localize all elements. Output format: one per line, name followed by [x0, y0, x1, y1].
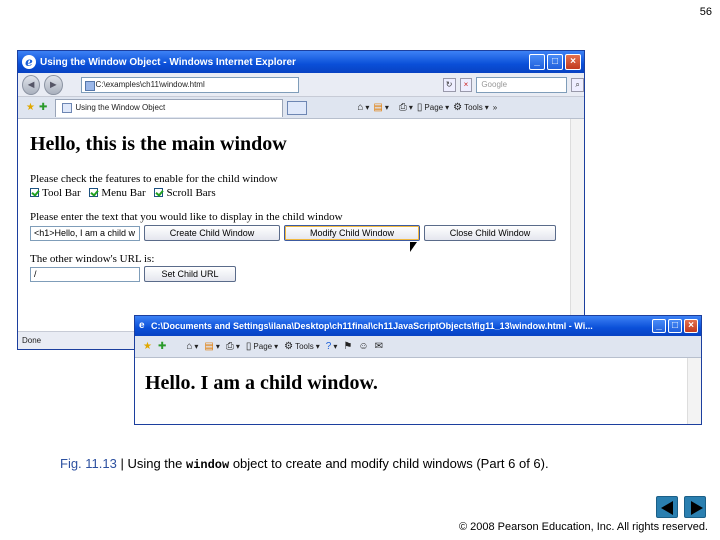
- child-browser-window: e C:\Documents and Settings\ilana\Deskto…: [134, 315, 702, 425]
- feeds-icon[interactable]: ▤ ▾: [204, 341, 219, 352]
- right-arrow-icon: [691, 501, 703, 515]
- left-arrow-icon: [661, 501, 673, 515]
- copyright: © 2008 Pearson Education, Inc. All right…: [458, 521, 708, 533]
- child-text-input[interactable]: <h1>Hello, I am a child w: [30, 225, 140, 241]
- main-navigation-bar: ◄ ► C:\examples\ch11\window.html ↻ × Goo…: [18, 73, 584, 97]
- main-content-area: Hello, this is the main window Please ch…: [18, 119, 584, 331]
- main-page: Hello, this is the main window Please ch…: [18, 119, 570, 331]
- close-child-window-button[interactable]: Close Child Window: [424, 225, 556, 241]
- main-browser-window: e Using the Window Object - Windows Inte…: [17, 50, 585, 350]
- maximize-button[interactable]: □: [668, 319, 682, 333]
- url-prompt: The other window's URL is:: [30, 253, 155, 265]
- previous-slide-button[interactable]: [656, 496, 678, 518]
- refresh-icon[interactable]: ↻: [442, 77, 456, 92]
- child-scrollbar[interactable]: [687, 358, 701, 424]
- modify-child-window-button[interactable]: Modify Child Window: [284, 225, 420, 241]
- create-child-window-button[interactable]: Create Child Window: [144, 225, 280, 241]
- figure-number: Fig. 11.13: [60, 456, 117, 471]
- print-icon[interactable]: ⎙ ▾: [226, 341, 240, 352]
- back-button[interactable]: ◄: [22, 74, 41, 95]
- child-titlebar: e C:\Documents and Settings\ilana\Deskto…: [135, 316, 701, 336]
- scrollbars-checkbox[interactable]: Scroll Bars: [154, 187, 216, 199]
- messenger-icon[interactable]: ☺: [358, 341, 368, 352]
- tab-label: Using the Window Object: [75, 103, 166, 112]
- child-toolbar: ★ ✚ ⌂ ▾ ▤ ▾ ⎙ ▾ ▯ Page ▾ ⚙ Tools ▾ ? ▾ ⚑ ☺ ✉: [135, 336, 701, 358]
- research-icon[interactable]: ⚑: [343, 341, 352, 352]
- feeds-icon[interactable]: ▤ ▾: [373, 102, 388, 113]
- stop-icon[interactable]: ×: [459, 77, 473, 92]
- page-number: 56: [699, 6, 712, 18]
- main-heading: Hello, this is the main window: [30, 133, 287, 155]
- checkbox-checked-icon: [30, 188, 39, 197]
- close-window-button[interactable]: ×: [565, 54, 581, 70]
- add-favorites-icon[interactable]: ✚: [39, 102, 47, 113]
- checkbox-checked-icon: [154, 188, 164, 197]
- figure-caption: Fig. 11.13 | Using the window object to …: [60, 456, 549, 472]
- tools-menu[interactable]: ⚙ Tools ▾: [284, 341, 320, 352]
- search-input[interactable]: Google: [476, 76, 568, 93]
- tools-menu[interactable]: ⚙ Tools ▾: [453, 102, 489, 113]
- favorites-star-icon[interactable]: ★: [143, 341, 152, 352]
- forward-button[interactable]: ►: [44, 74, 63, 95]
- home-icon[interactable]: ⌂ ▾: [186, 341, 198, 352]
- feature-checkboxes: Tool Bar Menu Bar Scroll Bars: [30, 187, 570, 199]
- tab-using-window-object[interactable]: Using the Window Object: [55, 98, 284, 117]
- caption-text-1: | Using the: [116, 456, 186, 471]
- main-scrollbar[interactable]: [570, 119, 584, 331]
- help-icon[interactable]: ? ▾: [326, 341, 338, 352]
- mouse-cursor-icon: [410, 242, 417, 252]
- close-window-button[interactable]: ×: [684, 319, 698, 333]
- main-window-title: Using the Window Object - Windows Intern…: [40, 56, 296, 68]
- ie-logo-icon: e: [139, 320, 145, 331]
- minimize-button[interactable]: _: [652, 319, 666, 333]
- main-titlebar: e Using the Window Object - Windows Inte…: [18, 51, 584, 73]
- child-content-area: Hello. I am a child window.: [135, 358, 701, 424]
- ie-logo-icon: e: [22, 55, 36, 69]
- search-icon[interactable]: ⌕: [571, 77, 584, 92]
- checkbox-checked-icon: [89, 188, 99, 197]
- page-menu[interactable]: ▯ Page ▾: [246, 341, 278, 352]
- toolbar-checkbox[interactable]: Tool Bar: [30, 187, 81, 199]
- text-prompt: Please enter the text that you would lik…: [30, 211, 343, 223]
- add-favorites-icon[interactable]: ✚: [158, 341, 166, 352]
- next-slide-button[interactable]: [684, 496, 706, 518]
- features-prompt: Please check the features to enable for …: [30, 173, 278, 185]
- maximize-button[interactable]: □: [547, 54, 563, 70]
- minimize-button[interactable]: _: [529, 54, 545, 70]
- mail-icon[interactable]: ✉: [375, 341, 383, 352]
- caption-text-2: object to create and modify child window…: [229, 456, 549, 471]
- menubar-checkbox[interactable]: Menu Bar: [89, 187, 146, 199]
- address-bar[interactable]: C:\examples\ch11\window.html: [80, 76, 299, 93]
- more-chevron[interactable]: »: [493, 103, 497, 112]
- set-child-url-button[interactable]: Set Child URL: [144, 266, 236, 282]
- page-menu[interactable]: ▯ Page ▾: [417, 102, 449, 113]
- home-icon[interactable]: ⌂ ▾: [357, 102, 369, 113]
- print-icon[interactable]: ⎙ ▾: [399, 102, 413, 113]
- page-icon: [62, 103, 73, 113]
- child-window-title: C:\Documents and Settings\ilana\Desktop\…: [151, 321, 593, 331]
- new-tab-icon[interactable]: [287, 100, 308, 115]
- main-tab-row: ★ ✚ Using the Window Object ⌂ ▾ ▤ ▾ ⎙ ▾ ▯ Pa…: [18, 97, 584, 119]
- favorites-star-icon[interactable]: ★: [26, 102, 35, 113]
- caption-code: window: [186, 458, 230, 472]
- child-heading: Hello. I am a child window.: [145, 372, 378, 394]
- child-url-input[interactable]: /: [30, 266, 140, 282]
